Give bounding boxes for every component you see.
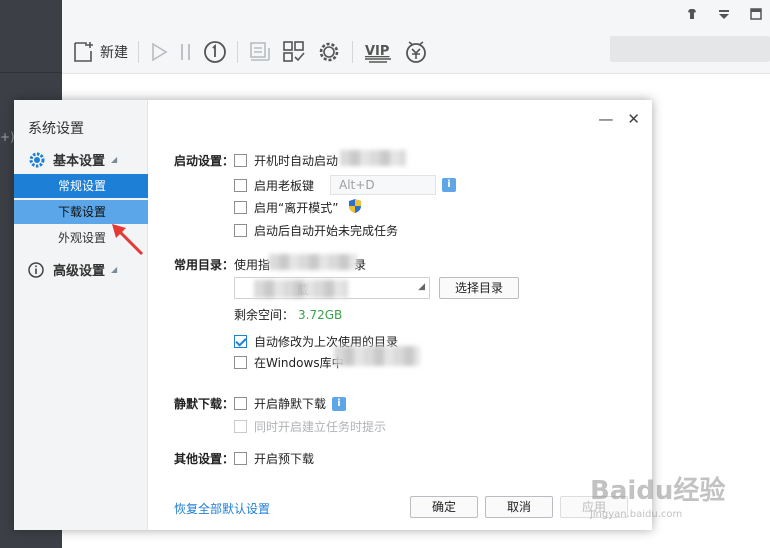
- windows-library-label: 在Windows库中: [254, 356, 344, 370]
- nav-group-advanced-label: 高级设置: [53, 264, 106, 279]
- silent-download-option[interactable]: 开启静默下载 i: [234, 395, 347, 412]
- annotation-arrow-icon: [112, 224, 144, 256]
- vip-button[interactable]: VIP: [363, 40, 393, 64]
- main-toolbar: 新建 VIP: [62, 0, 770, 74]
- ok-button[interactable]: 确定: [410, 496, 478, 518]
- new-task-icon: [74, 42, 93, 62]
- new-task-button[interactable]: 新建: [72, 41, 128, 63]
- boss-key-option[interactable]: 启用老板键 Alt+D i: [234, 175, 457, 195]
- redacted-mask: [254, 280, 348, 298]
- expand-triangle-icon: ◢: [111, 265, 118, 274]
- settings-nav: 系统设置 基本设置 ◢ 常规设置 下载设置 外观设置 高级设置 ◢: [14, 100, 148, 530]
- auto-change-dir-checkbox[interactable]: [234, 335, 247, 348]
- finance-button[interactable]: [403, 39, 429, 65]
- expand-triangle-icon: ◢: [111, 155, 118, 164]
- settings-dialog: 系统设置 基本设置 ◢ 常规设置 下载设置 外观设置 高级设置 ◢ — ✕ 启动…: [14, 100, 652, 530]
- minimize-icon[interactable]: [750, 8, 762, 20]
- menu-icon[interactable]: [718, 8, 730, 20]
- resume-tasks-label: 启动后自动开始未完成任务: [254, 224, 399, 238]
- other-section-label: 其他设置：: [174, 452, 235, 466]
- directory-desc-prefix: 使用指: [234, 258, 271, 272]
- cancel-button[interactable]: 取消: [485, 496, 553, 518]
- dialog-minimize-button[interactable]: —: [598, 112, 613, 127]
- away-mode-label: 启用“离开模式”: [254, 201, 339, 215]
- uac-shield-icon: [348, 198, 362, 217]
- dialog-title: 系统设置: [28, 121, 84, 137]
- pause-button[interactable]: [179, 41, 193, 63]
- help-info-icon[interactable]: i: [332, 396, 347, 411]
- choose-directory-button[interactable]: 选择目录: [439, 277, 519, 299]
- browse-icon: [283, 41, 305, 62]
- baidu-watermark: Baidu经验 jingyan.baidu.com: [590, 470, 750, 530]
- silent-download-checkbox[interactable]: [234, 397, 247, 410]
- nav-group-advanced[interactable]: 高级设置 ◢: [28, 260, 117, 279]
- resume-tasks-checkbox[interactable]: [234, 224, 247, 237]
- batch-icon: [250, 42, 270, 61]
- free-space: 剩余空间： 3.72GB: [234, 306, 342, 323]
- redacted-mask: [334, 346, 420, 366]
- silent-section-label: 静默下载：: [174, 397, 235, 411]
- speed-limit-icon: [204, 41, 226, 63]
- auto-start-label: 开机时自动启动: [254, 154, 339, 168]
- finance-icon: [406, 41, 426, 63]
- boss-key-label: 启用老板键: [254, 178, 315, 193]
- silent-prompt-option: 同时开启建立任务时提示: [234, 418, 386, 435]
- windows-library-option[interactable]: 在Windows库中: [234, 354, 344, 371]
- directory-section-label: 常用目录：: [174, 258, 235, 272]
- basic-gear-icon: [29, 152, 45, 167]
- predownload-checkbox[interactable]: [234, 452, 247, 465]
- away-mode-checkbox[interactable]: [234, 201, 247, 214]
- search-input[interactable]: [610, 36, 770, 62]
- play-icon: [152, 42, 168, 62]
- predownload-label: 开启预下载: [254, 452, 315, 466]
- help-info-icon[interactable]: i: [442, 178, 457, 192]
- watermark-sub: jingyan.baidu.com: [590, 509, 683, 520]
- batch-button[interactable]: [248, 40, 272, 64]
- auto-start-checkbox[interactable]: [234, 154, 247, 167]
- toolbar-separator: [352, 41, 353, 63]
- window-controls: [686, 8, 762, 20]
- boss-key-checkbox[interactable]: [234, 178, 247, 192]
- toolbar-separator: [138, 41, 139, 63]
- resume-tasks-option[interactable]: 启动后自动开始未完成任务: [234, 222, 398, 239]
- nav-group-basic-label: 基本设置: [53, 154, 106, 169]
- left-panel-divider: [0, 72, 62, 73]
- toolbar-actions: 新建 VIP: [72, 38, 439, 66]
- startup-section-label: 启动设置：: [174, 154, 235, 168]
- dialog-close-button[interactable]: ✕: [627, 112, 640, 127]
- nav-item-general[interactable]: 常规设置: [14, 174, 148, 198]
- settings-button[interactable]: [316, 39, 342, 65]
- nav-group-basic[interactable]: 基本设置 ◢: [28, 150, 117, 169]
- redacted-mask: [340, 150, 406, 166]
- start-button[interactable]: [149, 41, 169, 63]
- dialog-controls: — ✕: [598, 112, 640, 127]
- auto-start-option[interactable]: 开机时自动启动: [234, 152, 338, 169]
- windows-library-checkbox[interactable]: [234, 356, 247, 369]
- away-mode-option[interactable]: 启用“离开模式”: [234, 198, 362, 217]
- skin-icon[interactable]: [686, 8, 698, 20]
- free-space-value: 3.72GB: [298, 307, 343, 322]
- browse-button[interactable]: [282, 40, 306, 64]
- boss-key-input[interactable]: Alt+D: [330, 175, 437, 195]
- dropdown-arrow-icon: ◢: [418, 282, 425, 292]
- toolbar-separator: [237, 41, 238, 63]
- left-panel-text: +): [0, 130, 15, 144]
- info-circle-icon: [28, 261, 44, 278]
- new-task-label: 新建: [100, 45, 128, 61]
- svg-text:VIP: VIP: [365, 44, 389, 59]
- vip-icon: VIP: [365, 44, 391, 63]
- free-space-label: 剩余空间：: [234, 308, 295, 322]
- silent-prompt-checkbox: [234, 420, 247, 433]
- silent-prompt-label: 同时开启建立任务时提示: [254, 420, 387, 434]
- predownload-option[interactable]: 开启预下载: [234, 450, 314, 467]
- redacted-mask: [269, 254, 357, 270]
- silent-download-label: 开启静默下载: [254, 397, 327, 411]
- watermark-brand: Baidu经验: [590, 476, 726, 506]
- speed-limit-button[interactable]: [203, 40, 227, 64]
- pause-icon: [181, 44, 190, 60]
- restore-defaults-link[interactable]: 恢复全部默认设置: [174, 500, 270, 517]
- settings-gear-icon: [319, 42, 339, 62]
